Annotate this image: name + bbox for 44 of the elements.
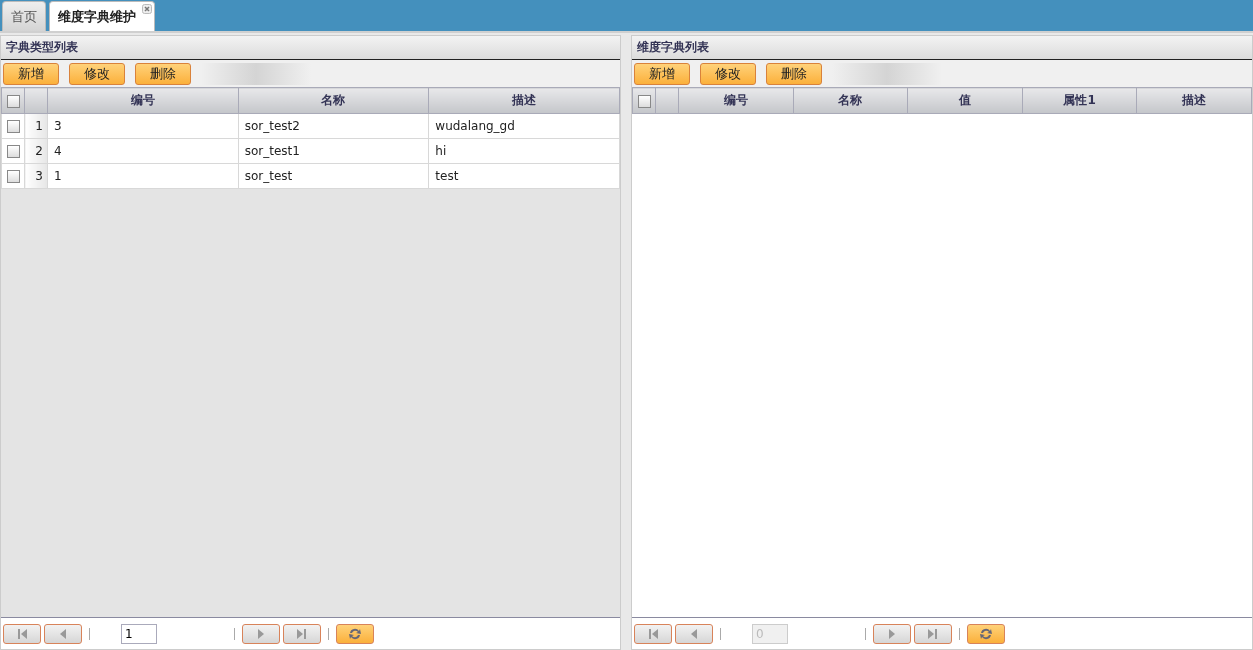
column-header[interactable]: 编号 (47, 87, 239, 114)
column-header[interactable]: 编号 (678, 87, 794, 114)
refresh-button[interactable] (336, 623, 374, 644)
column-header[interactable]: 名称 (793, 87, 908, 114)
panel-title: 维度字典列表 (632, 36, 1252, 60)
toolbar-button[interactable]: 修改 (700, 62, 756, 85)
column-header[interactable]: 名称 (238, 87, 429, 114)
row-checkbox[interactable] (7, 170, 20, 183)
pager-button[interactable] (914, 623, 952, 644)
table-cell: wudalang_gd (428, 113, 620, 139)
toolbar-button[interactable]: 删除 (135, 62, 191, 85)
column-header[interactable]: 描述 (1136, 87, 1252, 114)
toolbar-button[interactable]: 新增 (634, 62, 690, 85)
refresh-button[interactable] (967, 623, 1005, 644)
column-header[interactable]: 值 (907, 87, 1023, 114)
pager-button[interactable] (3, 623, 41, 644)
toolbar-button[interactable]: 新增 (3, 62, 59, 85)
pager-button[interactable] (873, 623, 911, 644)
row-checkbox[interactable] (7, 145, 20, 158)
table-cell: hi (428, 138, 620, 164)
close-icon[interactable] (142, 4, 152, 14)
pager-button[interactable] (675, 623, 713, 644)
table-cell: test (428, 163, 620, 189)
tab[interactable]: 维度字典维护 (49, 1, 155, 31)
table-cell: sor_test1 (238, 138, 429, 164)
select-all-checkbox[interactable] (637, 94, 651, 108)
select-all-checkbox[interactable] (6, 94, 20, 108)
table-cell: 3 (47, 113, 239, 139)
row-checkbox[interactable] (7, 120, 20, 133)
panel-title: 字典类型列表 (1, 36, 620, 60)
column-header[interactable]: 属性1 (1022, 87, 1137, 114)
pager-button[interactable] (634, 623, 672, 644)
table-cell: sor_test (238, 163, 429, 189)
page-input[interactable]: 1 (121, 623, 157, 644)
pager-button[interactable] (44, 623, 82, 644)
table-cell: 1 (47, 163, 239, 189)
pager-button[interactable] (242, 623, 280, 644)
table-cell: sor_test2 (238, 113, 429, 139)
table-cell: 4 (47, 138, 239, 164)
tab[interactable]: 首页 (2, 1, 46, 31)
pager-button[interactable] (283, 623, 321, 644)
toolbar-button[interactable]: 修改 (69, 62, 125, 85)
column-header[interactable]: 描述 (428, 87, 620, 114)
toolbar-button[interactable]: 删除 (766, 62, 822, 85)
